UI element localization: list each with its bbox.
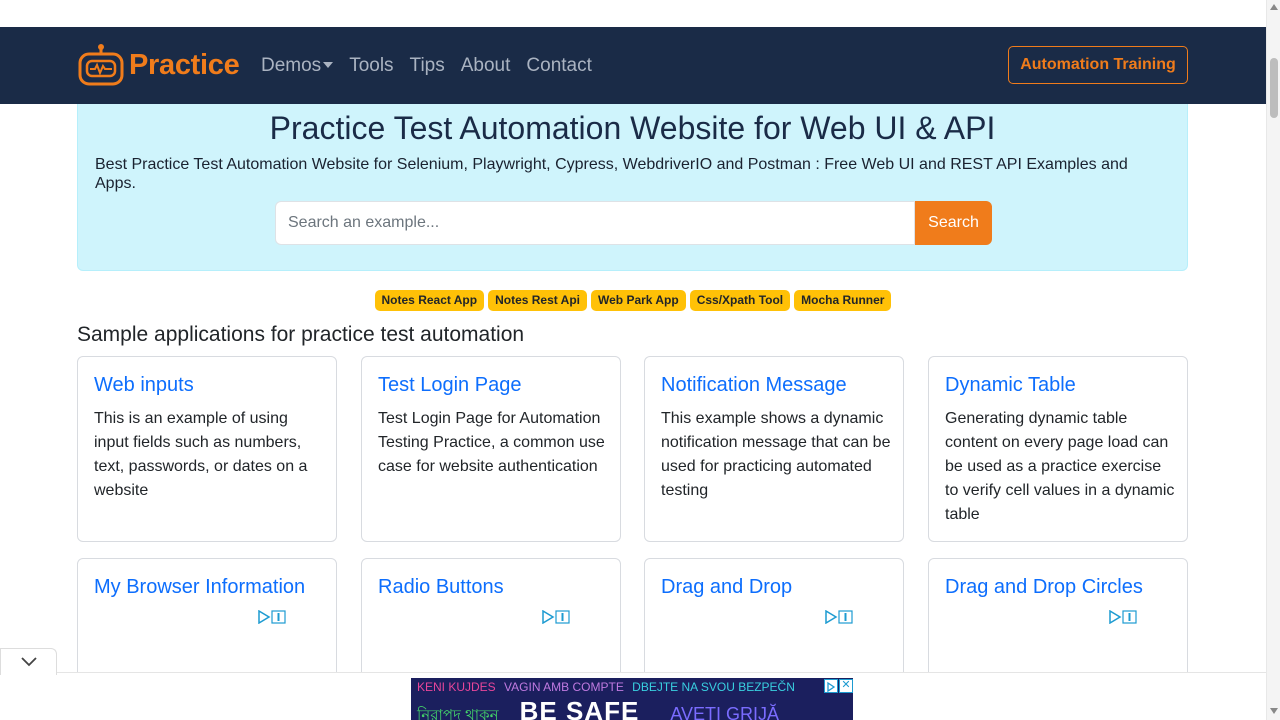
card-title[interactable]: Test Login Page	[378, 374, 521, 397]
card-text: Test Login Page for Automation Testing P…	[378, 410, 605, 475]
badge-css-xpath-tool[interactable]: Css/Xpath Tool	[689, 290, 791, 311]
automation-training-button[interactable]: Automation Training	[1008, 46, 1188, 84]
card-title[interactable]: Drag and Drop Circles	[945, 576, 1143, 599]
page-scrollbar[interactable]	[1266, 0, 1280, 720]
card-web-inputs[interactable]: Web inputs This is an example of using i…	[77, 356, 337, 542]
ad-line-2: নিরাপদ থাকুন BE SAFE AVEȚI GRIJĂ	[417, 696, 779, 720]
card-radio-buttons[interactable]: Radio Buttons	[361, 558, 621, 678]
ad-banner[interactable]: KENI KUJDES VAGIN AMB COMPTE DBEJTE NA S…	[411, 678, 853, 720]
navbar: Practice Demos Tools Tips About Contact …	[0, 27, 1266, 104]
ad-close-icon[interactable]: ✕	[839, 679, 853, 693]
scrollbar-thumb[interactable]	[1270, 58, 1278, 118]
card-title[interactable]: Notification Message	[661, 374, 847, 397]
ad-text: VAGIN AMB COMPTE	[504, 680, 624, 694]
card-text: This example shows a dynamic notificatio…	[661, 410, 891, 499]
nav-demos-dropdown[interactable]: Demos	[261, 55, 334, 77]
ad-choices-icon[interactable]	[257, 610, 287, 624]
card-title[interactable]: Drag and Drop	[661, 576, 792, 599]
card-drag-and-drop[interactable]: Drag and Drop	[644, 558, 904, 678]
card-notification-message[interactable]: Notification Message This example shows …	[644, 356, 904, 542]
card-title[interactable]: Web inputs	[94, 374, 194, 397]
card-my-browser-information[interactable]: My Browser Information	[77, 558, 337, 678]
brand-logo-link[interactable]: Practice	[78, 43, 240, 87]
ad-text: BE SAFE	[519, 696, 640, 720]
section-title: Sample applications for practice test au…	[77, 323, 525, 346]
ad-choices-icon[interactable]	[541, 610, 571, 624]
ad-line-1: KENI KUJDES VAGIN AMB COMPTE DBEJTE NA S…	[417, 680, 795, 694]
card-title[interactable]: My Browser Information	[94, 576, 305, 599]
search-input[interactable]: Search an example...	[275, 201, 915, 245]
robot-logo-icon	[78, 44, 124, 86]
nav-tips[interactable]: Tips	[410, 55, 445, 77]
brand-text: Practice	[129, 48, 240, 81]
badge-notes-react-app[interactable]: Notes React App	[374, 290, 485, 311]
page-title: Practice Test Automation Website for Web…	[269, 110, 996, 146]
nav-about[interactable]: About	[461, 55, 511, 77]
card-test-login-page[interactable]: Test Login Page Test Login Page for Auto…	[361, 356, 621, 542]
hero-description: Best Practice Test Automation Website fo…	[95, 156, 1128, 192]
app-badges: Notes React App Notes Rest Api Web Park …	[0, 290, 1266, 311]
card-drag-and-drop-circles[interactable]: Drag and Drop Circles	[928, 558, 1188, 678]
badge-web-park-app[interactable]: Web Park App	[591, 290, 686, 311]
card-title[interactable]: Radio Buttons	[378, 576, 504, 599]
scroll-up-icon[interactable]	[1270, 4, 1278, 10]
badge-notes-rest-api[interactable]: Notes Rest Api	[488, 290, 587, 311]
badge-mocha-runner[interactable]: Mocha Runner	[794, 290, 892, 311]
chevron-down-icon	[20, 657, 37, 667]
ad-text: KENI KUJDES	[417, 680, 496, 694]
ad-text: AVEȚI GRIJĂ	[670, 704, 779, 720]
card-text: This is an example of using input fields…	[94, 410, 308, 499]
collapse-ad-button[interactable]	[0, 648, 57, 675]
ad-info-icon[interactable]	[824, 679, 838, 693]
card-text: Generating dynamic table content on ever…	[945, 410, 1175, 523]
card-dynamic-table[interactable]: Dynamic Table Generating dynamic table c…	[928, 356, 1188, 542]
ad-choices-icon[interactable]	[824, 610, 854, 624]
scroll-down-icon[interactable]	[1270, 708, 1278, 714]
ad-text: নিরাপদ থাকুন	[417, 707, 499, 720]
caret-down-icon	[323, 62, 334, 68]
hero-banner: Practice Test Automation Website for Web…	[77, 104, 1188, 271]
search-button[interactable]: Search	[915, 201, 992, 245]
nav-contact[interactable]: Contact	[526, 55, 591, 77]
page-top-strip	[0, 0, 1266, 27]
card-title[interactable]: Dynamic Table	[945, 374, 1076, 397]
nav-demos-label: Demos	[261, 55, 322, 76]
ad-choices-icon[interactable]	[1108, 610, 1138, 624]
nav-links: Demos Tools Tips About Contact	[261, 55, 608, 77]
ad-text: DBEJTE NA SVOU BEZPEČN	[632, 680, 795, 694]
nav-tools[interactable]: Tools	[349, 55, 393, 77]
